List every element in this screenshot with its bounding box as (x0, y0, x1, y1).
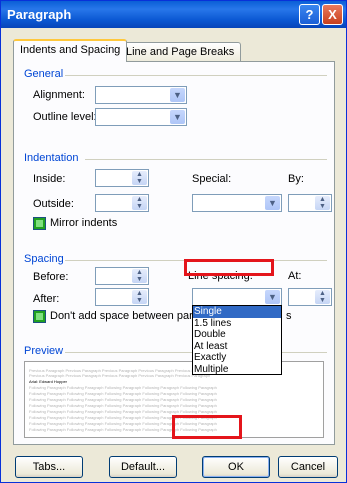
dont-add-space-checkbox[interactable] (33, 310, 46, 323)
tab-label: Indents and Spacing (20, 44, 121, 56)
paragraph-dialog: Paragraph ? X Indents and Spacing Line a… (0, 0, 347, 483)
outside-label: Outside: (33, 198, 74, 210)
spinner-arrows-icon[interactable]: ▲ ▼ (132, 196, 147, 210)
chevron-down-icon[interactable]: ▼ (170, 110, 185, 124)
spacing-group-title: Spacing (24, 253, 64, 265)
by-label: By: (288, 173, 304, 185)
spinner-arrows-icon[interactable]: ▲ ▼ (315, 290, 330, 304)
default-button[interactable]: Default... (109, 456, 177, 478)
tab-indents-and-spacing[interactable]: Indents and Spacing (13, 39, 128, 62)
line-spacing-option-single[interactable]: Single (193, 306, 281, 318)
preview-group-title: Preview (24, 345, 64, 357)
mirror-indents-label: Mirror indents (50, 217, 118, 229)
tab-line-and-page-breaks[interactable]: Line and Page Breaks (119, 42, 242, 63)
dont-add-space-label: Don't add space between paragra (50, 310, 215, 322)
line-spacing-option-exactly[interactable]: Exactly (193, 352, 281, 364)
tab-label: Line and Page Breaks (126, 46, 235, 58)
chevron-down-icon[interactable]: ▼ (265, 196, 280, 210)
tabs-button[interactable]: Tabs... (15, 456, 83, 478)
special-label: Special: (192, 173, 232, 185)
before-label: Before: (33, 271, 69, 283)
line-spacing-option-multiple[interactable]: Multiple (193, 364, 281, 376)
dialog-title: Paragraph (7, 7, 72, 22)
line-spacing-dropdown-list: Single 1.5 lines Double At least Exactly… (192, 305, 282, 375)
ok-button[interactable]: OK (202, 456, 270, 478)
special-combo[interactable]: ▼ (192, 194, 282, 212)
line-spacing-combo[interactable]: ▼ (192, 288, 282, 306)
spinner-arrows-icon[interactable]: ▲ ▼ (132, 171, 147, 185)
at-spinner[interactable]: ▲ ▼ (288, 288, 332, 306)
close-button[interactable]: X (322, 4, 343, 25)
cancel-button[interactable]: Cancel (278, 456, 338, 478)
general-group-title: General (24, 68, 64, 80)
preview-following-line: Following Paragraph Following Paragraph … (29, 385, 217, 390)
line-spacing-option-at-least[interactable]: At least (193, 341, 281, 353)
alignment-label: Alignment: (33, 89, 85, 101)
line-spacing-option-double[interactable]: Double (193, 329, 281, 341)
outside-spinner[interactable]: ▲ ▼ (95, 194, 149, 212)
before-spinner[interactable]: ▲ ▼ (95, 267, 149, 285)
preview-following-line: Following Paragraph Following Paragraph … (29, 409, 217, 414)
title-bar: Paragraph (1, 1, 346, 28)
preview-sample-text: Arial: Edward Hopper (29, 379, 68, 384)
inside-label: Inside: (33, 173, 66, 185)
highlight-box-line-spacing (184, 259, 274, 276)
at-label: At: (288, 270, 302, 282)
outline-level-combo[interactable]: ▼ (95, 108, 187, 126)
spinner-arrows-icon[interactable]: ▲ ▼ (132, 269, 147, 283)
outline-level-label: Outline level: (33, 111, 97, 123)
indentation-group-title: Indentation (24, 152, 79, 164)
divider (65, 75, 327, 76)
help-button[interactable]: ? (299, 4, 320, 25)
dont-add-space-label-tail: s (286, 310, 292, 322)
preview-following-line: Following Paragraph Following Paragraph … (29, 391, 217, 396)
line-spacing-option-1-5-lines[interactable]: 1.5 lines (193, 318, 281, 330)
chevron-down-icon[interactable]: ▼ (170, 88, 185, 102)
after-spinner[interactable]: ▲ ▼ (95, 288, 149, 306)
highlight-box-preview (172, 415, 242, 439)
spinner-arrows-icon[interactable]: ▲ ▼ (132, 290, 147, 304)
mirror-indents-checkbox[interactable] (33, 217, 46, 230)
chevron-down-icon[interactable]: ▼ (265, 290, 280, 304)
preview-following-line: Following Paragraph Following Paragraph … (29, 403, 217, 408)
by-spinner[interactable]: ▲ ▼ (288, 194, 332, 212)
after-label: After: (33, 293, 60, 305)
alignment-combo[interactable]: ▼ (95, 86, 187, 104)
divider (85, 159, 327, 160)
preview-following-line: Following Paragraph Following Paragraph … (29, 397, 217, 402)
inside-spinner[interactable]: ▲ ▼ (95, 169, 149, 187)
spinner-arrows-icon[interactable]: ▲ ▼ (315, 196, 330, 210)
